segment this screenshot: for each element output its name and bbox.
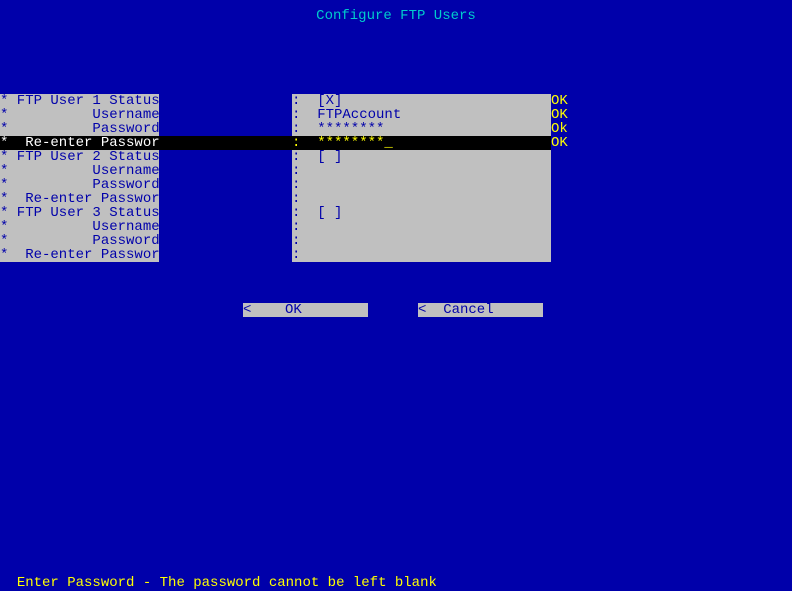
field-label: * Re-enter Password — [0, 136, 159, 150]
ok-button[interactable]: < OK > — [243, 303, 368, 317]
field-label: * FTP User 3 Status — [0, 206, 159, 220]
status-bar: Enter Password - The password cannot be … — [0, 558, 792, 587]
field-status: OK — [551, 136, 566, 150]
field-status: Ok — [551, 122, 566, 136]
form-row[interactable]: * FTP User 1 Status : [X]OK — [0, 94, 792, 108]
field-status — [551, 192, 566, 206]
field-label: * Username — [0, 220, 159, 234]
field-value[interactable]: : — [292, 220, 551, 234]
page-title: Configure FTP Users — [316, 0, 476, 23]
field-status — [551, 220, 566, 234]
form-row[interactable]: * Username: — [0, 164, 792, 178]
field-status — [551, 206, 566, 220]
field-value[interactable]: : ******** — [292, 122, 551, 136]
form-row[interactable]: * Username : FTPAccountOK — [0, 108, 792, 122]
field-value[interactable]: : — [292, 248, 551, 262]
field-value[interactable]: : — [292, 192, 551, 206]
field-label: * Re-enter Password — [0, 248, 159, 262]
button-row: < OK > < Cancel > — [0, 303, 792, 317]
field-label: * FTP User 1 Status — [0, 94, 159, 108]
form-row[interactable]: * Re-enter Password: — [0, 192, 792, 206]
form-area: * FTP User 1 Status: [X]OK* Username: FT… — [0, 94, 792, 262]
status-text: Enter Password - The password cannot be … — [17, 575, 437, 591]
form-row[interactable]: * Password: — [0, 178, 792, 192]
field-value[interactable]: : [ ] — [292, 206, 551, 220]
field-status — [551, 248, 566, 262]
field-status: OK — [551, 94, 566, 108]
field-label: * Password — [0, 122, 159, 136]
field-value[interactable]: : — [292, 234, 551, 248]
form-row[interactable]: * Re-enter Password : ********_OK — [0, 136, 792, 150]
field-value[interactable]: : FTPAccount — [292, 108, 551, 122]
form-row[interactable]: * Password: — [0, 234, 792, 248]
form-row[interactable]: * Username: — [0, 220, 792, 234]
field-label: * Password — [0, 234, 159, 248]
field-label: * Username — [0, 108, 159, 122]
field-status — [551, 150, 566, 164]
form-row[interactable]: * FTP User 3 Status : [ ] — [0, 206, 792, 220]
form-row[interactable]: * FTP User 2 Status : [ ] — [0, 150, 792, 164]
form-row[interactable]: * Re-enter Password: — [0, 248, 792, 262]
field-status: OK — [551, 108, 566, 122]
field-value[interactable]: : ********_ — [292, 136, 551, 150]
field-value[interactable]: : — [292, 164, 551, 178]
field-value[interactable]: : [ ] — [292, 150, 551, 164]
field-label: * Re-enter Password — [0, 192, 159, 206]
field-status — [551, 164, 566, 178]
form-row[interactable]: * Password : ********Ok — [0, 122, 792, 136]
field-status — [551, 178, 566, 192]
cancel-button[interactable]: < Cancel > — [418, 303, 543, 317]
field-value[interactable]: : — [292, 178, 551, 192]
field-label: * Username — [0, 164, 159, 178]
header: Configure FTP Users — [0, 0, 792, 53]
field-status — [551, 234, 566, 248]
field-value[interactable]: : [X] — [292, 94, 551, 108]
field-label: * FTP User 2 Status — [0, 150, 159, 164]
field-label: * Password — [0, 178, 159, 192]
